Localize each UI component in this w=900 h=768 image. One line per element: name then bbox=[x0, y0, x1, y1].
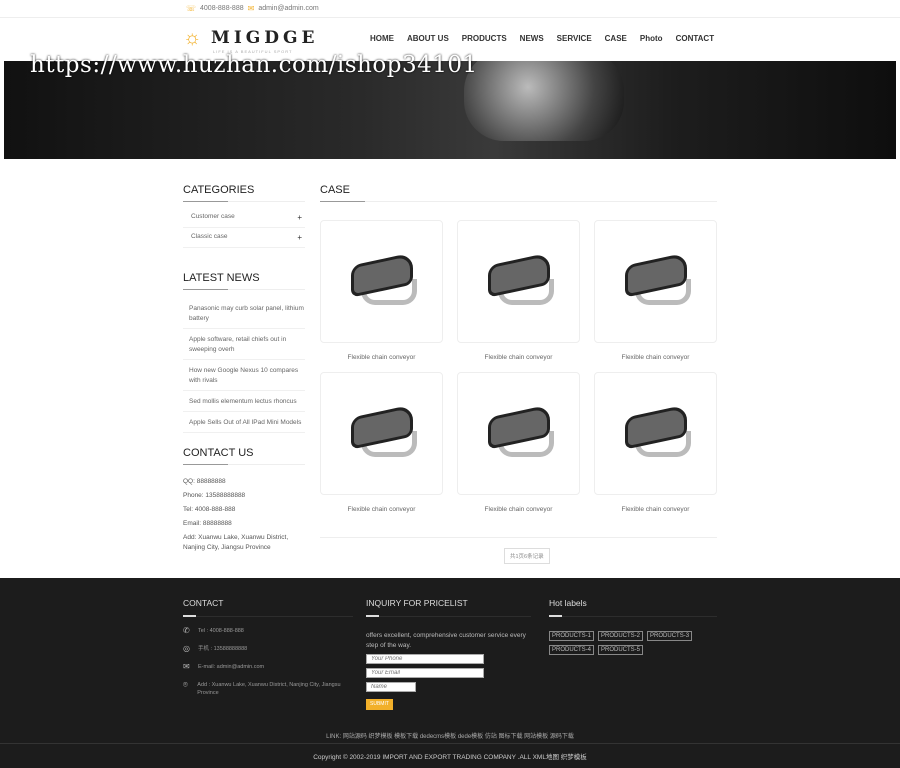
case-caption[interactable]: Flexible chain conveyor bbox=[320, 354, 443, 361]
news-item[interactable]: Apple software, retail chiefs out in swe… bbox=[183, 329, 305, 360]
top-bar: ☏ 4008-888-888 ✉ admin@admin.com bbox=[0, 0, 900, 18]
tag-link[interactable]: PRODUCTS-1 bbox=[549, 631, 595, 641]
contact-qq: QQ: 88888888 bbox=[183, 478, 226, 485]
category-item[interactable]: Classic case + bbox=[183, 228, 305, 248]
contact-phone: Phone: 13588888888 bbox=[183, 492, 246, 499]
phone-input[interactable] bbox=[366, 654, 484, 664]
inquiry-text: offers excellent, comprehensive customer… bbox=[366, 632, 526, 649]
product-image bbox=[484, 251, 554, 307]
footer-contact-title: CONTACT bbox=[183, 598, 353, 617]
news-item[interactable]: Sed mollis elementum lectus rhoncus bbox=[183, 391, 305, 412]
case-card[interactable]: Flexible chain conveyor bbox=[320, 372, 443, 524]
case-image[interactable] bbox=[320, 372, 443, 495]
nav-about[interactable]: ABOUT US bbox=[407, 34, 449, 43]
footer-email: ✉ E-mail: admin@admin.com bbox=[183, 663, 353, 671]
case-title: CASE bbox=[320, 184, 717, 202]
valve-image bbox=[464, 61, 624, 141]
footer-mobile-text: 手机 : 13588888888 bbox=[198, 646, 248, 652]
email-input[interactable] bbox=[366, 668, 484, 678]
main-nav: HOME ABOUT US PRODUCTS NEWS SERVICE CASE… bbox=[370, 34, 727, 43]
case-card[interactable]: Flexible chain conveyor bbox=[594, 220, 717, 372]
case-caption[interactable]: Flexible chain conveyor bbox=[594, 506, 717, 513]
watermark: https://www.huzhan.com/ishop34101 bbox=[30, 52, 478, 78]
case-caption[interactable]: Flexible chain conveyor bbox=[594, 354, 717, 361]
case-caption[interactable]: Flexible chain conveyor bbox=[457, 506, 580, 513]
contact-us-title: CONTACT US bbox=[183, 447, 305, 465]
news-item[interactable]: How new Google Nexus 10 compares with ri… bbox=[183, 360, 305, 391]
submit-button[interactable]: SUBMIT bbox=[366, 698, 393, 710]
phone-icon: ✆ bbox=[183, 626, 190, 635]
copyright: Copyright © 2002-2019 IMPORT AND EXPORT … bbox=[0, 743, 900, 761]
phone-icon: ☏ bbox=[186, 4, 197, 13]
case-image[interactable] bbox=[457, 372, 580, 495]
footer: CONTACT ✆ Tel : 4008-888-888 ◎ 手机 : 135888… bbox=[0, 578, 900, 768]
tag-link[interactable]: PRODUCTS-4 bbox=[549, 645, 595, 655]
nav-service[interactable]: SERVICE bbox=[557, 34, 592, 43]
footer-email-text: E-mail: admin@admin.com bbox=[198, 664, 265, 670]
nav-photo[interactable]: Photo bbox=[640, 34, 663, 43]
hot-labels-title: Hot labels bbox=[549, 598, 717, 617]
case-card[interactable]: Flexible chain conveyor bbox=[457, 372, 580, 524]
plus-icon[interactable]: + bbox=[297, 213, 305, 222]
contact-address: Add: Xuanwu Lake, Xuanwu District, Nanji… bbox=[183, 534, 289, 551]
lightbulb-icon: ☼ bbox=[183, 27, 202, 49]
case-card[interactable]: Flexible chain conveyor bbox=[594, 372, 717, 524]
footer-tel: ✆ Tel : 4008-888-888 bbox=[183, 627, 353, 635]
pager-info: 共1页6条记录 bbox=[504, 548, 550, 564]
whatsapp-icon: ◎ bbox=[183, 644, 190, 653]
inquiry-title: INQUIRY FOR PRICELIST bbox=[366, 598, 531, 617]
pagination: 共1页6条记录 bbox=[320, 537, 717, 567]
name-input[interactable] bbox=[366, 682, 416, 692]
sidebar: CATEGORIES Customer case + Classic case + … bbox=[183, 184, 305, 557]
nav-news[interactable]: NEWS bbox=[520, 34, 544, 43]
nav-contact[interactable]: CONTACT bbox=[676, 34, 715, 43]
case-image[interactable] bbox=[594, 372, 717, 495]
footer-address: ⌾ Add : Xuanwu Lake, Xuanwu District, Nan… bbox=[183, 681, 353, 697]
product-image bbox=[484, 403, 554, 459]
product-image bbox=[621, 251, 691, 307]
nav-home[interactable]: HOME bbox=[370, 34, 394, 43]
news-title: LATEST NEWS bbox=[183, 272, 305, 290]
mail-icon: ✉ bbox=[247, 4, 255, 13]
case-image[interactable] bbox=[320, 220, 443, 343]
plus-icon[interactable]: + bbox=[297, 233, 305, 242]
footer-address-text: Add : Xuanwu Lake, Xuanwu District, Nanj… bbox=[197, 682, 341, 696]
contact-email: Email: 88888888 bbox=[183, 520, 232, 527]
case-card[interactable]: Flexible chain conveyor bbox=[320, 220, 443, 372]
contact-tel: Tel: 4008-888-888 bbox=[183, 506, 236, 513]
tag-link[interactable]: PRODUCTS-2 bbox=[598, 631, 644, 641]
news-item[interactable]: Panasonic may curb solar panel, lithium … bbox=[183, 298, 305, 329]
footer-inquiry: INQUIRY FOR PRICELIST offers excellent, … bbox=[366, 598, 531, 710]
friend-links[interactable]: LINK: 网站源码 织梦模板 模板下载 dedecms模板 dede模板 仿站… bbox=[0, 731, 900, 740]
case-image[interactable] bbox=[457, 220, 580, 343]
case-caption[interactable]: Flexible chain conveyor bbox=[457, 354, 580, 361]
footer-contact: CONTACT ✆ Tel : 4008-888-888 ◎ 手机 : 135888… bbox=[183, 598, 353, 697]
case-caption[interactable]: Flexible chain conveyor bbox=[320, 506, 443, 513]
case-grid: Flexible chain conveyor Flexible chain co… bbox=[320, 220, 717, 524]
location-icon: ⌾ bbox=[183, 680, 188, 689]
categories-title: CATEGORIES bbox=[183, 184, 305, 202]
category-label: Classic case bbox=[191, 233, 228, 240]
category-item[interactable]: Customer case + bbox=[183, 208, 305, 228]
news-item[interactable]: Apple Sells Out of All IPad Mini Models bbox=[183, 412, 305, 433]
logo[interactable]: ☼ MIGDGE LIFE IS A BEAUTIFUL SPORT bbox=[183, 27, 319, 54]
case-section: CASE Flexible chain conveyor Flexible cha… bbox=[320, 184, 717, 564]
tag-link[interactable]: PRODUCTS-5 bbox=[598, 645, 644, 655]
nav-products[interactable]: PRODUCTS bbox=[462, 34, 507, 43]
footer-tel-text: Tel : 4008-888-888 bbox=[198, 628, 244, 634]
mail-icon: ✉ bbox=[183, 662, 190, 671]
footer-hot-labels: Hot labels PRODUCTS-1 PRODUCTS-2 PRODUCT… bbox=[549, 598, 717, 655]
top-email[interactable]: admin@admin.com bbox=[258, 5, 318, 12]
case-card[interactable]: Flexible chain conveyor bbox=[457, 220, 580, 372]
top-phone: 4008-888-888 bbox=[200, 5, 244, 12]
product-image bbox=[621, 403, 691, 459]
logo-name: MIGDGE bbox=[211, 28, 319, 48]
footer-mobile: ◎ 手机 : 13588888888 bbox=[183, 645, 353, 653]
category-label: Customer case bbox=[191, 213, 235, 220]
nav-case[interactable]: CASE bbox=[605, 34, 627, 43]
tag-link[interactable]: PRODUCTS-3 bbox=[647, 631, 693, 641]
product-image bbox=[347, 403, 417, 459]
case-image[interactable] bbox=[594, 220, 717, 343]
product-image bbox=[347, 251, 417, 307]
